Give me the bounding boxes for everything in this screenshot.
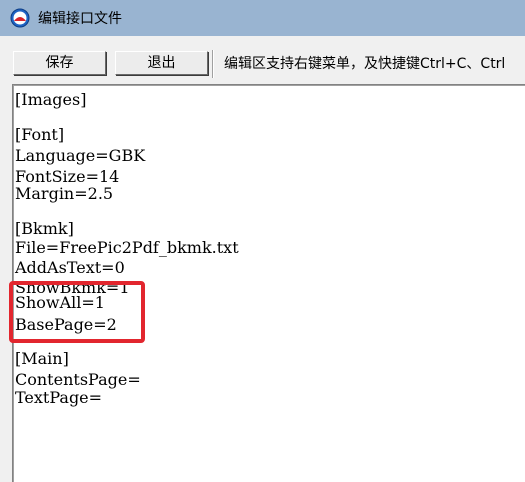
editor-hint-text: 编辑区支持右键菜单，及快捷键Ctrl+C、Ctrl <box>224 56 506 72</box>
toolbar: 保存 退出 编辑区支持右键菜单，及快捷键Ctrl+C、Ctrl <box>0 36 525 84</box>
editor-line: Margin=2.5 <box>15 184 114 203</box>
toolbar-separator <box>212 50 214 78</box>
red-highlight-annotation <box>9 281 145 343</box>
window-title: 编辑接口文件 <box>38 11 122 27</box>
editor-line: [Font] <box>15 125 65 144</box>
save-button[interactable]: 保存 <box>13 51 106 75</box>
editor-line: TextPage= <box>15 388 103 407</box>
editor-line: [Main] <box>15 349 69 368</box>
editor-line: [Images] <box>15 90 87 109</box>
app-logo-icon <box>10 8 30 28</box>
title-bar[interactable]: 编辑接口文件 <box>0 0 525 36</box>
editor-line: Language=GBK <box>15 146 146 165</box>
editor-line: [Bkmk] <box>15 219 74 238</box>
editor-line: File=FreePic2Pdf_bkmk.txt <box>15 238 239 257</box>
editor-line: AddAsText=0 <box>15 258 125 277</box>
exit-button[interactable]: 退出 <box>115 51 208 75</box>
editor-window: 编辑接口文件 保存 退出 编辑区支持右键菜单，及快捷键Ctrl+C、Ctrl [… <box>0 0 525 482</box>
